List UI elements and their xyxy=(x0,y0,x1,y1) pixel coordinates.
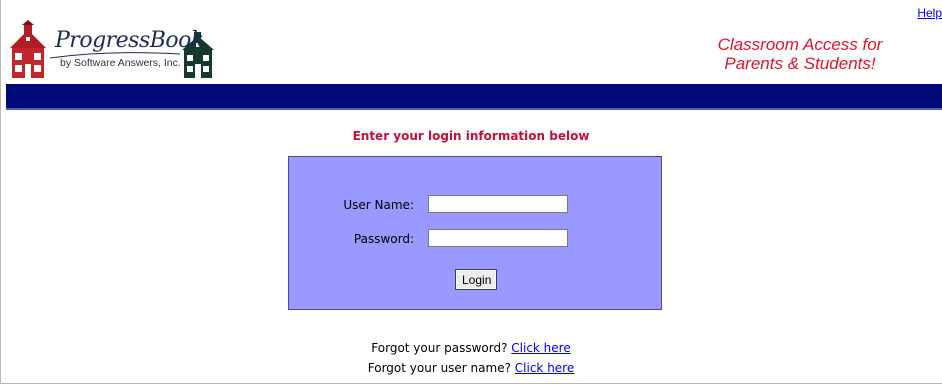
forgot-username-link[interactable]: Click here xyxy=(515,361,574,375)
tagline-line-2: Parents & Students! xyxy=(724,54,876,73)
forgot-password-link[interactable]: Click here xyxy=(511,341,570,355)
username-label: User Name: xyxy=(343,198,414,212)
forgot-username-line: Forgot your user name? Click here xyxy=(0,361,942,375)
forgot-password-line: Forgot your password? Click here xyxy=(0,341,942,355)
login-heading: Enter your login information below xyxy=(352,129,590,143)
password-label: Password: xyxy=(353,232,414,246)
username-input[interactable] xyxy=(428,195,568,213)
tagline: Classroom Access for Parents & Students! xyxy=(680,35,920,73)
password-input[interactable] xyxy=(428,229,568,247)
header-banner-underline xyxy=(6,108,942,110)
login-panel: User Name: Password: Login xyxy=(288,156,662,310)
login-button[interactable]: Login xyxy=(455,269,497,290)
help-link[interactable]: Help xyxy=(917,6,942,20)
header-banner-bar xyxy=(6,84,942,108)
username-row: User Name: xyxy=(289,195,661,215)
password-row: Password: xyxy=(289,229,661,249)
tagline-line-1: Classroom Access for xyxy=(717,35,883,54)
progressbook-logo: ProgressBook by Software Answers, Inc. xyxy=(8,20,222,82)
forgot-password-text: Forgot your password? xyxy=(371,341,508,355)
logo-wordmark: ProgressBook xyxy=(55,28,204,53)
forgot-username-text: Forgot your user name? xyxy=(367,361,511,375)
logo-subtitle: by Software Answers, Inc. xyxy=(60,57,181,69)
